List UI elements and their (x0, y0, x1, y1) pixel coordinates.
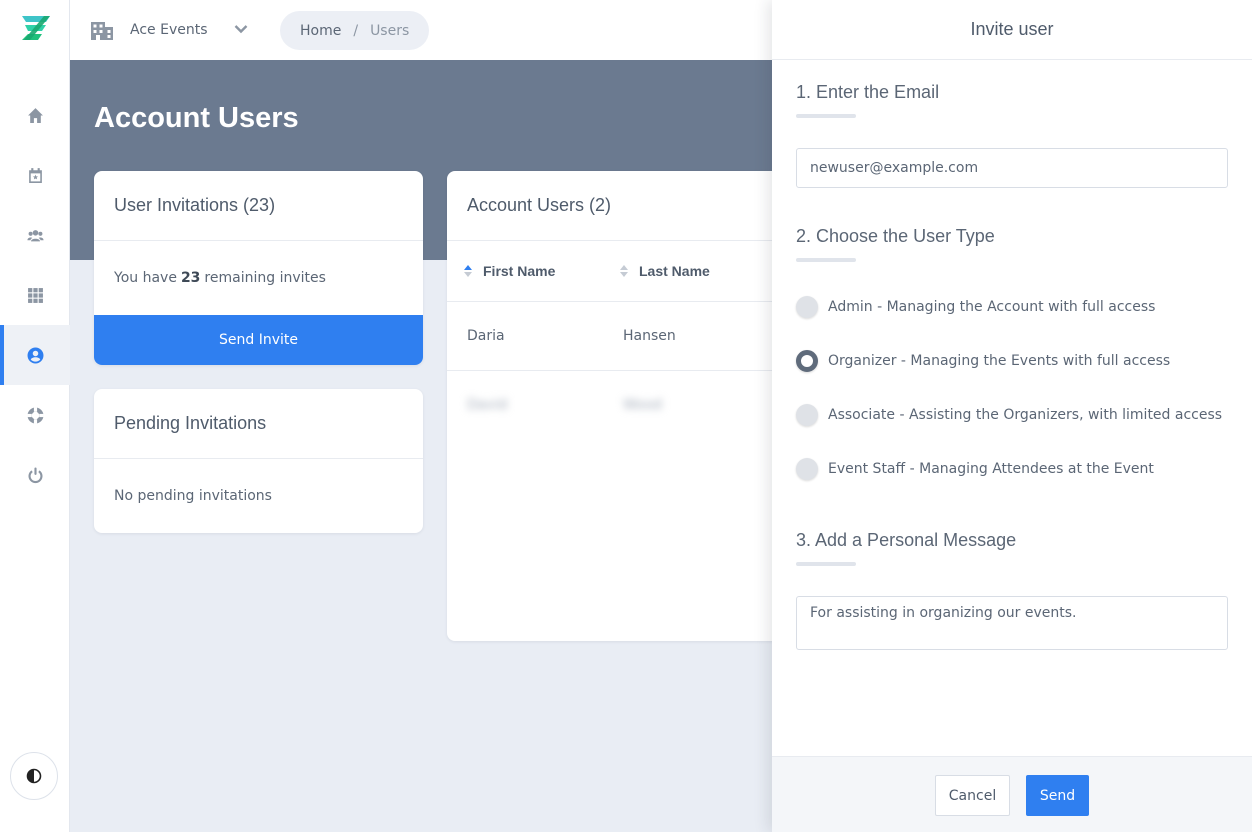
cell-first-name: David (467, 397, 508, 413)
column-last-name[interactable]: Last Name (619, 263, 710, 279)
cell-first-name: Daria (467, 328, 505, 344)
grid-icon (27, 287, 43, 303)
user-type-associate[interactable]: Associate - Assisting the Organizers, wi… (796, 404, 1222, 426)
breadcrumb-current: Users (370, 22, 410, 39)
user-invitations-card: User Invitations (23) You have 23 remain… (94, 171, 423, 365)
breadcrumb-home[interactable]: Home (300, 23, 341, 39)
user-type-organizer[interactable]: Organizer - Managing the Events with ful… (796, 350, 1170, 372)
user-type-event-staff[interactable]: Event Staff - Managing Attendees at the … (796, 458, 1154, 480)
home-icon (27, 107, 43, 123)
send-button[interactable]: Send (1026, 775, 1089, 816)
sidebar-item-apps[interactable] (0, 265, 70, 325)
radio-organizer[interactable] (796, 350, 818, 372)
org-name[interactable]: Ace Events (130, 22, 208, 38)
section-divider (796, 114, 856, 118)
invite-user-panel: Invite user 1. Enter the Email 2. Choose… (772, 0, 1252, 832)
radio-associate[interactable] (796, 404, 818, 426)
panel-footer: Cancel Send (772, 756, 1252, 832)
logo-icon[interactable] (20, 14, 52, 42)
sidebar-item-home[interactable] (0, 85, 70, 145)
contrast-icon (26, 768, 42, 784)
lifebuoy-icon (27, 407, 43, 423)
email-input[interactable] (796, 148, 1228, 188)
step-user-type-title: 2. Choose the User Type (796, 226, 995, 246)
theme-toggle-button[interactable] (10, 752, 58, 800)
panel-title: Invite user (772, 0, 1252, 60)
user-type-admin[interactable]: Admin - Managing the Account with full a… (796, 296, 1155, 318)
step-message-title: 3. Add a Personal Message (796, 530, 1017, 550)
sidebar-item-logout[interactable] (0, 445, 70, 505)
sidebar-item-events[interactable] (0, 145, 70, 205)
send-invite-button[interactable]: Send Invite (94, 315, 423, 365)
breadcrumb-separator: / (353, 22, 359, 39)
account-users-card: Account Users (2) First Name Last Name D… (447, 171, 787, 641)
sidebar-item-support[interactable] (0, 385, 70, 445)
remaining-invites-text: You have 23 remaining invites (114, 270, 326, 286)
pending-invitations-title: Pending Invitations (94, 389, 423, 459)
chevron-down-icon[interactable] (234, 22, 248, 36)
table-row[interactable]: Daria Hansen (447, 302, 787, 371)
users-icon (26, 229, 44, 241)
radio-admin[interactable] (796, 296, 818, 318)
building-icon (91, 22, 113, 40)
user-invitations-title: User Invitations (23) (94, 171, 423, 241)
pending-invitations-empty: No pending invitations (114, 487, 272, 504)
table-row[interactable]: David Wood (447, 371, 787, 440)
section-divider (796, 562, 856, 566)
cell-last-name: Wood (623, 397, 663, 413)
step-email-title: 1. Enter the Email (796, 82, 940, 102)
personal-message-textarea[interactable]: For assisting in organizing our events. (796, 596, 1228, 650)
sidebar-item-account-users[interactable] (0, 325, 70, 385)
remaining-invites-count: 23 (180, 270, 201, 286)
user-circle-icon (27, 347, 43, 363)
sort-asc-icon (464, 265, 472, 277)
radio-event-staff[interactable] (796, 458, 818, 480)
column-first-name[interactable]: First Name (463, 263, 555, 279)
table-header: First Name Last Name (447, 241, 787, 302)
power-icon (27, 467, 43, 483)
sidebar-item-attendees[interactable] (0, 205, 70, 265)
cell-last-name: Hansen (623, 328, 676, 344)
calendar-icon (28, 167, 42, 183)
account-users-title: Account Users (2) (447, 171, 787, 241)
page-title: Account Users (94, 102, 299, 134)
pending-invitations-card: Pending Invitations No pending invitatio… (94, 389, 423, 533)
sort-icon (620, 265, 628, 277)
sidebar (0, 0, 70, 832)
breadcrumb: Home / Users (280, 11, 430, 50)
cancel-button[interactable]: Cancel (935, 775, 1010, 816)
section-divider (796, 258, 856, 262)
